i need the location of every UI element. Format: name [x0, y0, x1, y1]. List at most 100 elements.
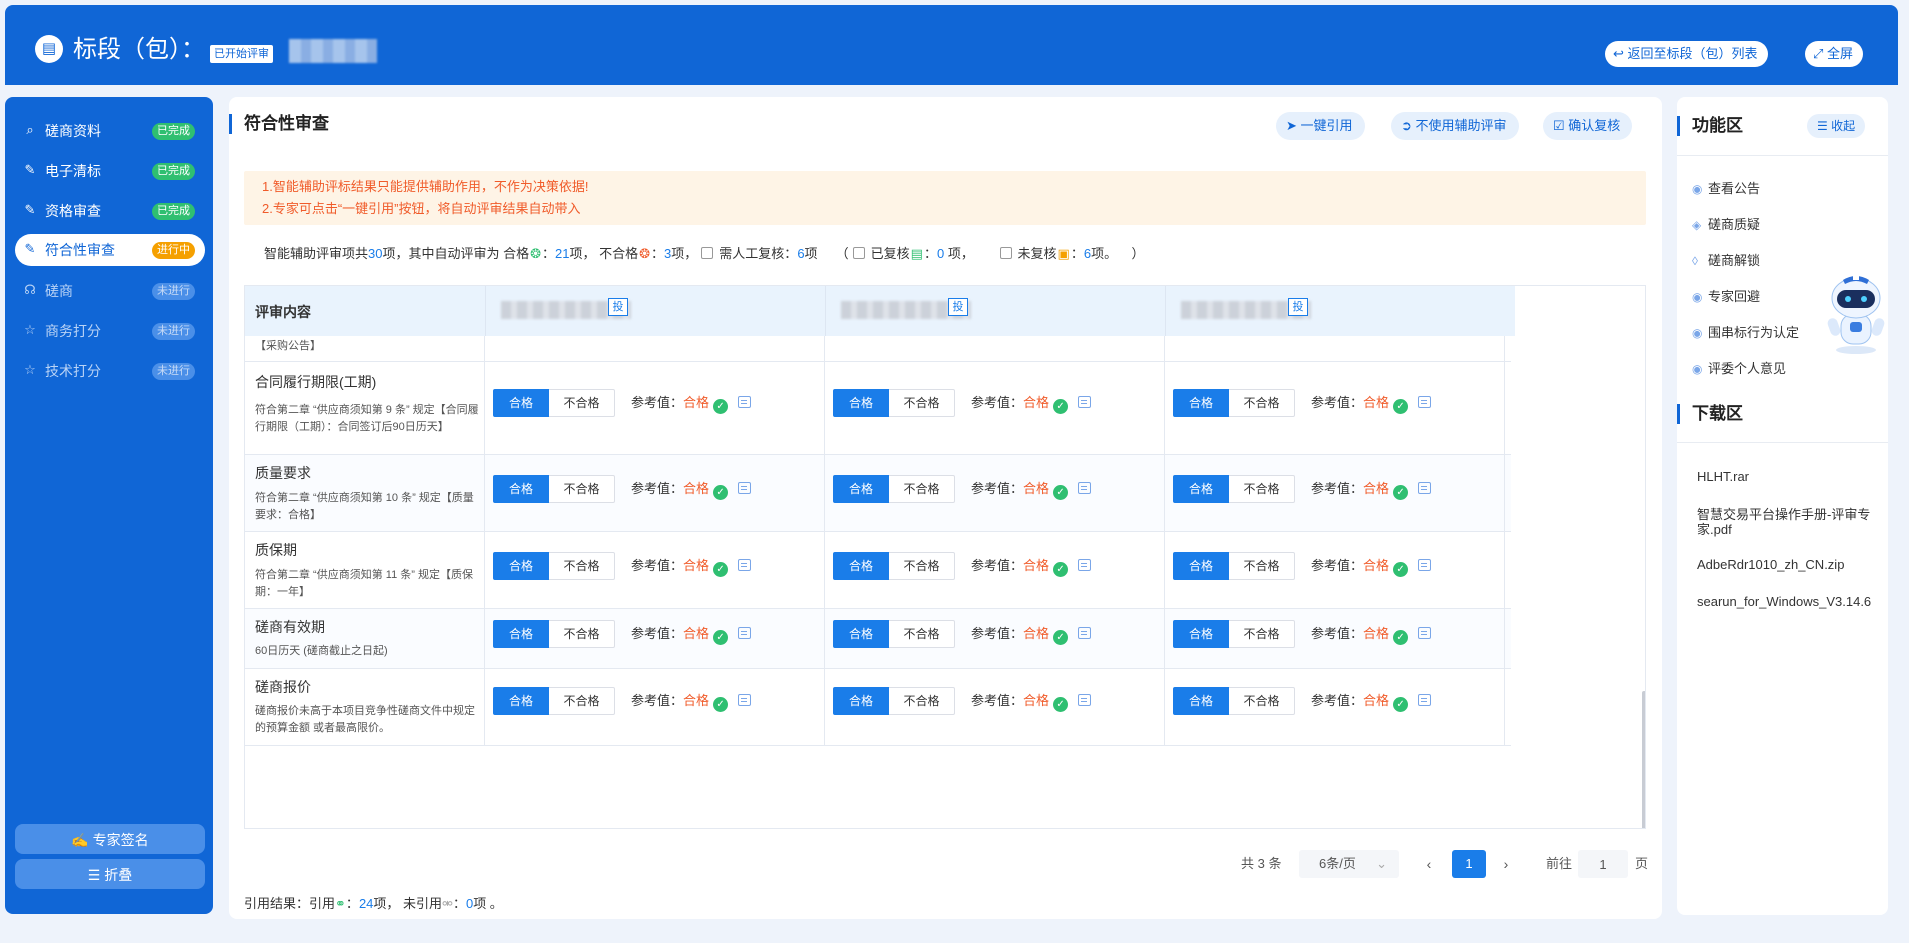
download-link[interactable]: 智慧交易平台操作手册-评审专家.pdf [1697, 507, 1877, 537]
fullscreen-icon: ⤢ [1813, 46, 1828, 61]
fail-button[interactable]: 不合格 [549, 687, 615, 715]
vendor-cell: 合格 不合格 参考值：合格 ✓ [485, 669, 825, 745]
fail-button[interactable]: 不合格 [1229, 687, 1295, 715]
fail-button[interactable]: 不合格 [1229, 389, 1295, 417]
sidebar-item-business-score[interactable]: ☆ 商务打分 未进行 [15, 315, 205, 347]
table-row: 磋商有效期 60日历天 (磋商截止之日起) 合格 不合格 参考值：合格 ✓ 合格 不合… [245, 609, 1511, 669]
manual-review-checkbox[interactable] [701, 247, 714, 259]
sidebar-item-tech-score[interactable]: ☆ 技术打分 未进行 [15, 355, 205, 387]
pass-button[interactable]: 合格 [1173, 552, 1229, 580]
pass-button[interactable]: 合格 [1173, 620, 1229, 648]
next-page-button[interactable]: › [1492, 850, 1520, 878]
notice-line: 2.专家可点击“一键引用”按钮，将自动评审结果自动带入 [262, 201, 581, 216]
download-link[interactable]: HLHT.rar [1697, 469, 1887, 484]
note-icon[interactable] [1418, 627, 1432, 639]
download-link[interactable]: AdbeRdr1010_zh_CN.zip [1697, 557, 1887, 572]
fullscreen-button[interactable]: ⤢ 全屏 [1805, 41, 1864, 67]
pass-button[interactable]: 合格 [1173, 475, 1229, 503]
pass-button[interactable]: 合格 [833, 552, 889, 580]
collapse-icon: ☰ [1817, 119, 1832, 133]
note-icon[interactable] [1078, 627, 1092, 639]
expert-sign-button[interactable]: ✍ 专家签名 [15, 824, 205, 854]
goto-page-input[interactable] [1578, 850, 1628, 878]
current-page-button[interactable]: 1 [1452, 850, 1486, 878]
sidebar-item-consultation[interactable]: ☊ 磋商 未进行 [15, 275, 205, 307]
func-collusion-determination[interactable]: ◉ 围串标行为认定 [1692, 323, 1799, 343]
sidebar-item-qualification[interactable]: ✎ 资格审查 已完成 [15, 195, 205, 227]
table-scrollbar[interactable] [1642, 691, 1645, 828]
robot-assistant-icon[interactable] [1825, 270, 1887, 356]
pass-button[interactable]: 合格 [833, 475, 889, 503]
vendor-cell: 合格 不合格 参考值：合格 ✓ [485, 362, 825, 454]
fail-button[interactable]: 不合格 [889, 620, 955, 648]
pass-button[interactable]: 合格 [1173, 389, 1229, 417]
fail-button[interactable]: 不合格 [889, 475, 955, 503]
note-icon[interactable] [738, 559, 752, 571]
row-desc: 60日历天 (磋商截止之日起) [255, 645, 388, 657]
chat-icon: ☊ [24, 282, 36, 297]
fail-button[interactable]: 不合格 [1229, 475, 1295, 503]
note-icon[interactable] [1418, 694, 1432, 706]
pass-button[interactable]: 合格 [833, 620, 889, 648]
prev-page-button[interactable]: ‹ [1415, 850, 1443, 878]
note-icon[interactable] [738, 482, 752, 494]
review-table: 【采购公告】 合同履行期限(工期) 符合第二章 “供应商须知第 9 条” 规定【… [244, 285, 1646, 829]
pass-button[interactable]: 合格 [833, 389, 889, 417]
collapse-button[interactable]: ☰ 收起 [1807, 114, 1866, 138]
announce-icon: ◉ [1692, 182, 1703, 196]
download-link[interactable]: searun_for_Windows_V3.14.6 [1697, 594, 1887, 609]
note-icon[interactable] [738, 694, 752, 706]
fail-button[interactable]: 不合格 [549, 620, 615, 648]
unreviewed-checkbox[interactable] [999, 247, 1012, 259]
note-icon[interactable] [1078, 396, 1092, 408]
sidebar-item-compliance[interactable]: ✎ 符合性审查 进行中 [15, 234, 205, 266]
fail-button[interactable]: 不合格 [889, 552, 955, 580]
status-badge: 未进行 [152, 363, 195, 380]
func-expert-recusal[interactable]: ◉ 专家回避 [1692, 287, 1760, 307]
pass-button[interactable]: 合格 [493, 620, 549, 648]
bid-tag[interactable]: 投 [1288, 298, 1308, 316]
func-view-announcement[interactable]: ◉ 查看公告 [1692, 179, 1760, 199]
func-personal-opinion[interactable]: ◉ 评委个人意见 [1692, 359, 1786, 379]
note-icon[interactable] [1078, 559, 1092, 571]
note-icon[interactable] [1078, 694, 1092, 706]
page-title: 标段（包）： [73, 36, 205, 63]
note-icon[interactable] [1418, 396, 1432, 408]
section-title: 符合性审查 [229, 114, 329, 134]
func-consult-question[interactable]: ◈ 磋商质疑 [1692, 215, 1760, 235]
sidebar-item-consult-materials[interactable]: ⌕ 磋商资料 已完成 [15, 115, 205, 147]
back-to-list-button[interactable]: ↩ 返回至标段（包）列表 [1605, 41, 1768, 67]
fail-button[interactable]: 不合格 [889, 687, 955, 715]
quote-all-button[interactable]: ➤ 一键引用 [1276, 112, 1365, 140]
fail-button[interactable]: 不合格 [889, 389, 955, 417]
no-assist-button[interactable]: ➲ 不使用辅助评审 [1391, 112, 1519, 140]
fail-button[interactable]: 不合格 [1229, 552, 1295, 580]
pass-button[interactable]: 合格 [493, 552, 549, 580]
note-icon[interactable] [738, 627, 752, 639]
fold-sidebar-button[interactable]: ☰ 折叠 [15, 859, 205, 889]
note-icon[interactable] [1418, 482, 1432, 494]
pass-button[interactable]: 合格 [493, 389, 549, 417]
fail-button[interactable]: 不合格 [1229, 620, 1295, 648]
pass-button[interactable]: 合格 [493, 475, 549, 503]
reviewed-doc-icon: ▤ [910, 246, 923, 261]
pass-button[interactable]: 合格 [833, 687, 889, 715]
note-icon[interactable] [1078, 482, 1092, 494]
note-icon[interactable] [1418, 559, 1432, 571]
fail-button[interactable]: 不合格 [549, 552, 615, 580]
main-panel: 符合性审查 ➤ 一键引用 ➲ 不使用辅助评审 ☑ 确认复核 1.智能辅助评标结果… [229, 97, 1662, 919]
download-area-title: 下载区 [1677, 404, 1743, 424]
sidebar-item-e-clearing[interactable]: ✎ 电子清标 已完成 [15, 155, 205, 187]
question-icon: ◈ [1692, 218, 1702, 232]
confirm-review-button[interactable]: ☑ 确认复核 [1543, 112, 1633, 140]
pass-button[interactable]: 合格 [493, 687, 549, 715]
fail-button[interactable]: 不合格 [549, 475, 615, 503]
note-icon[interactable] [738, 396, 752, 408]
func-consult-unlock[interactable]: ◊ 磋商解锁 [1692, 251, 1760, 271]
bid-tag[interactable]: 投 [948, 298, 968, 316]
fail-button[interactable]: 不合格 [549, 389, 615, 417]
pass-button[interactable]: 合格 [1173, 687, 1229, 715]
bid-tag[interactable]: 投 [608, 298, 628, 316]
page-size-select[interactable]: 6条/页 ⌄ [1299, 850, 1399, 878]
reviewed-checkbox[interactable] [852, 247, 865, 259]
